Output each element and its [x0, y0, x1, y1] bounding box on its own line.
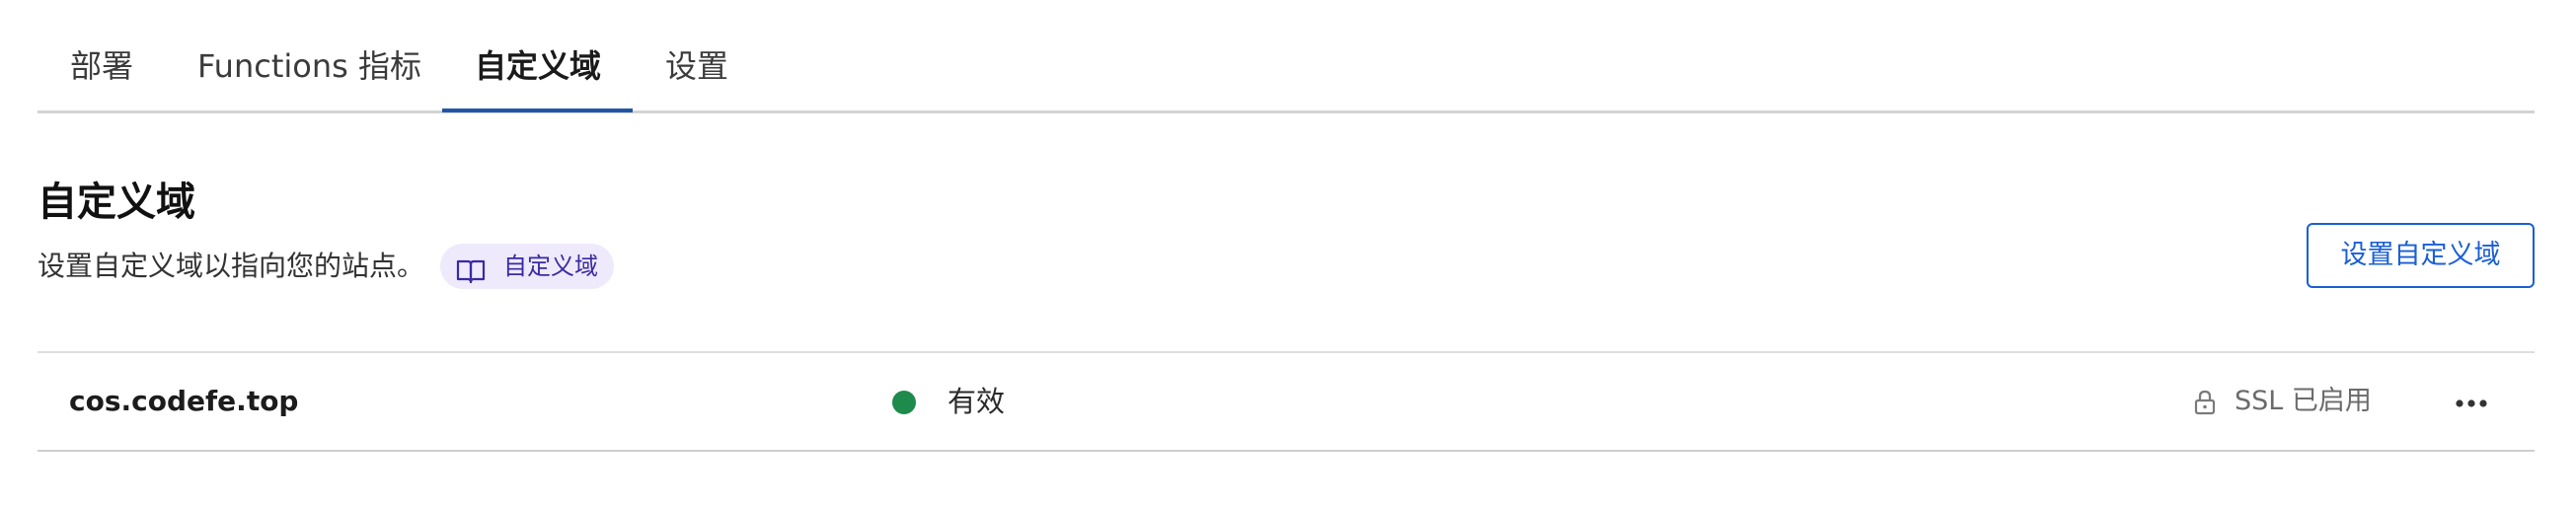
- setup-custom-domain-button[interactable]: 设置自定义域: [2307, 223, 2535, 288]
- ssl-status: SSL 已启用: [2235, 386, 2372, 416]
- tab-deployments[interactable]: 部署: [70, 0, 133, 113]
- docs-link-pill[interactable]: 自定义域: [440, 244, 614, 289]
- tab-custom-domains[interactable]: 自定义域: [475, 0, 601, 113]
- tab-functions-metrics[interactable]: Functions 指标: [197, 0, 421, 113]
- section-description: 设置自定义域以指向您的站点。: [38, 250, 425, 282]
- more-horizontal-icon: [2456, 393, 2487, 411]
- docs-link-label: 自定义域: [503, 253, 598, 280]
- more-options-button[interactable]: [2452, 382, 2491, 421]
- lock-icon: [2194, 390, 2216, 415]
- custom-domains-page: 部署 Functions 指标 自定义域 设置 自定义域 设置自定义域以指向您的…: [0, 0, 2576, 507]
- tab-settings[interactable]: 设置: [665, 0, 728, 113]
- tab-bar: 部署 Functions 指标 自定义域 设置: [38, 0, 2535, 113]
- domain-name[interactable]: cos.codefe.top: [69, 353, 298, 450]
- domain-row: cos.codefe.top 有效 SSL 已启用: [38, 351, 2535, 452]
- active-tab-indicator: [442, 109, 633, 112]
- section-title: 自定义域: [38, 180, 195, 225]
- domain-status: 有效: [947, 385, 1006, 418]
- book-icon: [456, 254, 486, 284]
- status-indicator-dot: [892, 391, 916, 414]
